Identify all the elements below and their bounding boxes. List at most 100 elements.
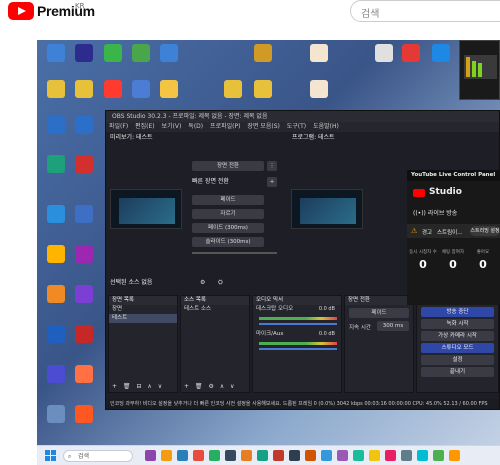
source-item[interactable]: 테스트 소스 bbox=[181, 305, 249, 314]
desktop-icon[interactable] bbox=[99, 80, 127, 108]
desktop-icon[interactable] bbox=[70, 325, 98, 353]
stream-settings-button[interactable]: 스트리밍 설정 bbox=[470, 226, 500, 236]
taskbar-app-icon[interactable] bbox=[145, 450, 156, 461]
cut-button[interactable]: 자르기 bbox=[192, 209, 264, 219]
desktop-icon[interactable] bbox=[70, 44, 98, 72]
search-input[interactable]: 검색 bbox=[350, 0, 500, 22]
desktop-icon[interactable] bbox=[42, 80, 70, 108]
preview-label: 미리보기: 테스트 bbox=[110, 134, 153, 141]
menu-file[interactable]: 파일(F) bbox=[109, 123, 128, 130]
stat-label: 좋아요 bbox=[476, 250, 490, 255]
youtube-brand[interactable]: Premium bbox=[37, 3, 95, 19]
desktop-icon[interactable] bbox=[70, 155, 98, 183]
transition-select[interactable]: 페이드 bbox=[349, 308, 409, 318]
scene-toolbar[interactable]: + 🗑 ⊟ ∧ ∨ bbox=[112, 383, 164, 390]
desktop-icon[interactable] bbox=[70, 80, 98, 108]
menu-help[interactable]: 도움말(H) bbox=[313, 123, 339, 130]
taskbar-app-icon[interactable] bbox=[273, 450, 284, 461]
desktop-icon[interactable] bbox=[42, 116, 70, 144]
transition-menu-button[interactable]: ⋮ bbox=[267, 161, 277, 171]
taskbar-app-icon[interactable] bbox=[289, 450, 300, 461]
desktop-icon[interactable] bbox=[70, 405, 98, 433]
menu-edit[interactable]: 편집(E) bbox=[135, 123, 155, 130]
duration-input[interactable]: 300 ms bbox=[377, 321, 409, 331]
desktop-icon[interactable] bbox=[42, 405, 70, 433]
menu-view[interactable]: 보기(V) bbox=[162, 123, 182, 130]
taskbar-app-icon[interactable] bbox=[449, 450, 460, 461]
taskbar-app-icon[interactable] bbox=[321, 450, 332, 461]
taskbar-app-icon[interactable] bbox=[225, 450, 236, 461]
exit-button[interactable]: 끝내기 bbox=[421, 367, 494, 377]
stop-streaming-button[interactable]: 방송 중단 bbox=[421, 307, 494, 317]
desktop-icon[interactable] bbox=[70, 245, 98, 273]
taskbar-app-icon[interactable] bbox=[209, 450, 220, 461]
taskbar-app-icon[interactable] bbox=[177, 450, 188, 461]
desktop-icon[interactable] bbox=[42, 285, 70, 313]
desktop-icon[interactable] bbox=[219, 80, 247, 108]
volume-slider[interactable] bbox=[259, 348, 337, 350]
taskbar-app-icon[interactable] bbox=[193, 450, 204, 461]
start-virtual-camera-button[interactable]: 가상 카메라 시작 bbox=[421, 331, 494, 341]
desktop-icon[interactable] bbox=[155, 80, 183, 108]
scene-item[interactable]: 테스트 bbox=[109, 314, 177, 323]
desktop-icon[interactable] bbox=[99, 44, 127, 72]
taskbar-app-icon[interactable] bbox=[385, 450, 396, 461]
desktop-icon[interactable] bbox=[70, 285, 98, 313]
taskbar-app-icon[interactable] bbox=[161, 450, 172, 461]
taskbar-app-icon[interactable] bbox=[433, 450, 444, 461]
desktop-icon[interactable] bbox=[427, 44, 455, 72]
desktop-icon[interactable] bbox=[249, 44, 277, 72]
gear-icon[interactable]: ⚙ bbox=[200, 278, 205, 288]
desktop-icon[interactable] bbox=[305, 44, 333, 72]
taskbar-app-icon[interactable] bbox=[241, 450, 252, 461]
viewer-count-stat: 동시 시청자 수 0 bbox=[409, 250, 437, 271]
desktop-icon[interactable] bbox=[370, 44, 398, 72]
desktop-icon[interactable] bbox=[70, 205, 98, 233]
desktop-icon[interactable] bbox=[70, 365, 98, 393]
menu-docks[interactable]: 독(D) bbox=[188, 123, 203, 130]
menu-profile[interactable]: 프로파일(P) bbox=[210, 123, 240, 130]
slide-300-button[interactable]: 슬라이드 (300ms) bbox=[192, 237, 264, 247]
studio-mode-button[interactable]: 스튜디오 모드 bbox=[421, 343, 494, 353]
desktop-icon[interactable] bbox=[42, 245, 70, 273]
desktop-icon[interactable] bbox=[127, 44, 155, 72]
menu-tools[interactable]: 도구(T) bbox=[287, 123, 306, 130]
taskbar-app-icon[interactable] bbox=[417, 450, 428, 461]
taskbar-search[interactable]: ⌕ 검색 bbox=[63, 450, 133, 462]
settings-button[interactable]: 설정 bbox=[421, 355, 494, 365]
desktop-icon[interactable] bbox=[397, 44, 425, 72]
transition-slider[interactable] bbox=[192, 252, 277, 254]
desktop-icon[interactable] bbox=[127, 80, 155, 108]
start-recording-button[interactable]: 녹화 시작 bbox=[421, 319, 494, 329]
menu-scene-collection[interactable]: 장면 모음(S) bbox=[247, 123, 279, 130]
desktop-icon[interactable] bbox=[42, 155, 70, 183]
desktop-icon[interactable] bbox=[42, 205, 70, 233]
desktop-icon[interactable] bbox=[42, 325, 70, 353]
add-quick-transition-button[interactable]: + bbox=[267, 177, 277, 187]
desktop-icon[interactable] bbox=[305, 80, 333, 108]
taskbar-app-icon[interactable] bbox=[353, 450, 364, 461]
taskbar-app-icon[interactable] bbox=[257, 450, 268, 461]
taskbar-app-icon[interactable] bbox=[305, 450, 316, 461]
fade-button[interactable]: 페이드 bbox=[192, 195, 264, 205]
desktop-icon[interactable] bbox=[42, 365, 70, 393]
media-player-widget[interactable] bbox=[459, 40, 500, 100]
scene-item[interactable]: 장면 bbox=[109, 305, 177, 314]
taskbar-app-icon[interactable] bbox=[369, 450, 380, 461]
youtube-logo-icon[interactable] bbox=[8, 2, 34, 20]
desktop-icon[interactable] bbox=[42, 44, 70, 72]
preview-canvas[interactable] bbox=[110, 189, 182, 229]
program-canvas[interactable] bbox=[291, 189, 363, 229]
windows-start-icon[interactable] bbox=[45, 450, 56, 461]
desktop-icon[interactable] bbox=[155, 44, 183, 72]
taskbar-app-icon[interactable] bbox=[401, 450, 412, 461]
volume-slider[interactable] bbox=[259, 323, 337, 325]
taskbar-app-icon[interactable] bbox=[337, 450, 348, 461]
filter-icon[interactable]: ⛭ bbox=[218, 278, 223, 288]
fade-300-button[interactable]: 페이드 (300ms) bbox=[192, 223, 264, 233]
video-frame[interactable]: OBS Studio 30.2.3 - 프로파일: 제목 없음 - 장면: 제목… bbox=[37, 40, 500, 465]
desktop-icon[interactable] bbox=[249, 80, 277, 108]
source-toolbar[interactable]: + 🗑 ⚙ ∧ ∨ bbox=[184, 383, 236, 390]
transition-button[interactable]: 장면 전환 bbox=[192, 161, 264, 171]
desktop-icon[interactable] bbox=[70, 116, 98, 144]
